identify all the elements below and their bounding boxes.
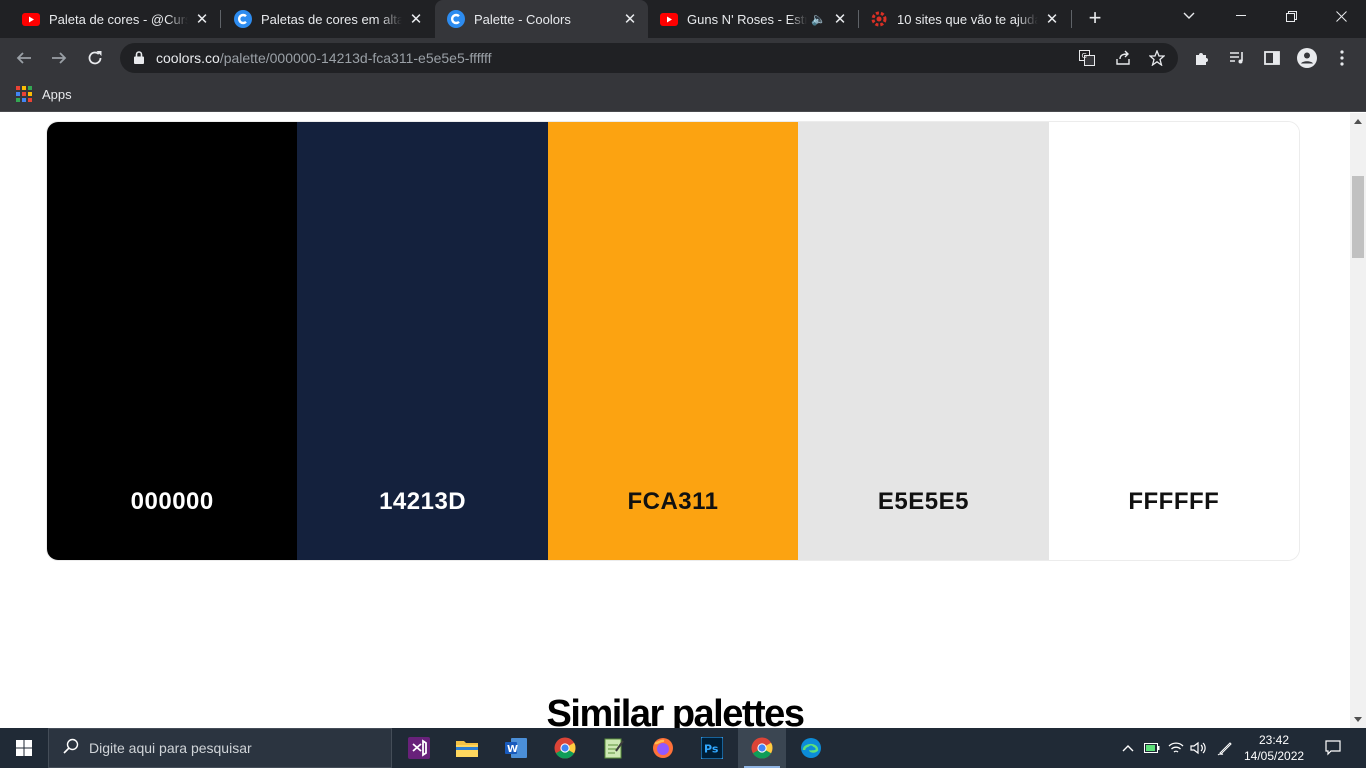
close-tab-icon[interactable]: ✕ bbox=[406, 9, 426, 29]
minimize-icon[interactable] bbox=[1218, 0, 1264, 32]
profile-avatar-icon[interactable] bbox=[1297, 48, 1317, 68]
red-gear-icon bbox=[870, 10, 888, 28]
apps-grid-icon bbox=[16, 86, 32, 102]
new-tab-plus-icon[interactable]: + bbox=[1083, 7, 1107, 31]
edge-icon[interactable] bbox=[787, 728, 835, 768]
pen-ink-icon[interactable] bbox=[1214, 728, 1236, 768]
photoshop-icon[interactable]: Ps bbox=[688, 728, 736, 768]
browser-toolbar: coolors.co/palette/000000-14213d-fca311-… bbox=[0, 38, 1366, 78]
kebab-menu-icon[interactable] bbox=[1332, 48, 1352, 68]
hex-code[interactable]: FFFFFF bbox=[1049, 488, 1299, 516]
hex-code[interactable]: E5E5E5 bbox=[798, 488, 1048, 516]
close-tab-icon[interactable]: ✕ bbox=[192, 9, 212, 29]
scrollbar-thumb[interactable] bbox=[1352, 176, 1364, 258]
back-arrow-icon[interactable] bbox=[9, 43, 39, 73]
media-queue-icon[interactable] bbox=[1227, 48, 1247, 68]
url-text[interactable]: coolors.co/palette/000000-14213d-fca311-… bbox=[156, 50, 492, 66]
scroll-down-arrow-icon[interactable] bbox=[1354, 717, 1362, 722]
tab-10-sites[interactable]: 10 sites que vão te ajuda ✕ bbox=[858, 0, 1070, 38]
scroll-up-arrow-icon[interactable] bbox=[1354, 119, 1362, 124]
tab-guns-n-roses[interactable]: Guns N' Roses - Estr 🔈 ✕ bbox=[648, 0, 858, 38]
palette-swatches: 000000 14213D FCA311 E5E5E5 FFFFFF bbox=[46, 121, 1300, 561]
wifi-icon[interactable] bbox=[1166, 728, 1186, 768]
tab-title: Paleta de cores - @Curso bbox=[49, 11, 188, 27]
url-path: /palette/000000-14213d-fca311-e5e5e5-fff… bbox=[219, 50, 492, 66]
tab-paletas-em-alta[interactable]: Paletas de cores em alta ✕ bbox=[212, 0, 434, 38]
tab-youtube-paleta[interactable]: Paleta de cores - @Curso ✕ bbox=[0, 0, 220, 38]
page-scrollbar[interactable] bbox=[1350, 113, 1366, 728]
similar-palettes-heading: Similar palettes bbox=[546, 693, 805, 728]
url-host: coolors.co bbox=[156, 50, 220, 66]
forward-arrow-icon[interactable] bbox=[44, 43, 74, 73]
svg-text:W: W bbox=[507, 744, 518, 755]
bookmark-star-icon[interactable] bbox=[1148, 49, 1166, 67]
coolors-icon bbox=[447, 10, 465, 28]
tab-palette-coolors[interactable]: Palette - Coolors ✕ bbox=[435, 0, 648, 38]
taskbar-clock[interactable]: 23:42 14/05/2022 bbox=[1244, 732, 1304, 764]
close-tab-icon[interactable]: ✕ bbox=[830, 9, 850, 29]
translate-icon[interactable]: G bbox=[1078, 49, 1096, 67]
youtube-icon bbox=[660, 10, 678, 28]
svg-text:Ps: Ps bbox=[704, 743, 719, 756]
notifications-icon[interactable] bbox=[1318, 728, 1348, 768]
hex-code[interactable]: FCA311 bbox=[548, 488, 798, 516]
chrome-active-icon[interactable] bbox=[738, 728, 786, 768]
taskbar-search[interactable]: Digite aqui para pesquisar bbox=[48, 728, 392, 768]
speaker-icon[interactable]: 🔈 bbox=[811, 12, 826, 26]
file-explorer-icon[interactable] bbox=[443, 728, 491, 768]
tab-title: Guns N' Roses - Estr bbox=[687, 11, 808, 27]
word-icon[interactable]: W bbox=[492, 728, 540, 768]
windows-start-icon[interactable] bbox=[0, 728, 48, 768]
color-swatch[interactable]: 000000 bbox=[47, 122, 298, 560]
notepad-icon[interactable] bbox=[590, 728, 638, 768]
restore-icon[interactable] bbox=[1268, 0, 1314, 32]
page-content: 000000 14213D FCA311 E5E5E5 FFFFFF Simil… bbox=[0, 113, 1350, 728]
color-swatch[interactable]: FCA311 bbox=[547, 122, 799, 560]
share-icon[interactable] bbox=[1114, 49, 1132, 67]
battery-icon[interactable] bbox=[1142, 728, 1162, 768]
lock-icon[interactable] bbox=[134, 51, 144, 69]
close-tab-icon[interactable]: ✕ bbox=[620, 9, 640, 29]
address-bar[interactable]: coolors.co/palette/000000-14213d-fca311-… bbox=[120, 43, 1178, 73]
color-swatch[interactable]: 14213D bbox=[297, 122, 548, 560]
extensions-puzzle-icon[interactable] bbox=[1192, 48, 1212, 68]
tab-title: Paletas de cores em alta bbox=[261, 11, 402, 27]
hex-code[interactable]: 14213D bbox=[297, 488, 547, 516]
apps-bookmark[interactable]: Apps bbox=[16, 86, 72, 102]
tab-search-chevron-icon[interactable] bbox=[1166, 0, 1212, 32]
bookmarks-bar: Apps bbox=[0, 78, 1366, 112]
apps-label: Apps bbox=[42, 86, 72, 102]
clock-date: 14/05/2022 bbox=[1244, 749, 1305, 763]
tab-title: 10 sites que vão te ajuda bbox=[897, 11, 1038, 27]
color-swatch[interactable]: E5E5E5 bbox=[798, 122, 1049, 560]
search-placeholder: Digite aqui para pesquisar bbox=[89, 740, 252, 756]
color-swatch[interactable]: FFFFFF bbox=[1048, 122, 1299, 560]
close-window-icon[interactable] bbox=[1318, 0, 1364, 32]
show-hidden-icons-chevron-icon[interactable] bbox=[1118, 728, 1138, 768]
firefox-icon[interactable] bbox=[639, 728, 687, 768]
chrome-icon[interactable] bbox=[541, 728, 589, 768]
visual-studio-icon[interactable] bbox=[395, 728, 443, 768]
windows-taskbar: Digite aqui para pesquisar W Ps 23:42 14… bbox=[0, 728, 1366, 768]
search-icon bbox=[63, 738, 79, 759]
clock-time: 23:42 bbox=[1258, 733, 1290, 747]
reload-icon[interactable] bbox=[80, 43, 110, 73]
close-tab-icon[interactable]: ✕ bbox=[1042, 9, 1062, 29]
svg-text:G: G bbox=[1082, 52, 1087, 60]
hex-code[interactable]: 000000 bbox=[47, 488, 297, 516]
coolors-icon bbox=[234, 10, 252, 28]
tab-separator bbox=[1071, 10, 1072, 28]
youtube-icon bbox=[22, 10, 40, 28]
tab-strip: Paleta de cores - @Curso ✕ Paletas de co… bbox=[0, 0, 1366, 38]
side-panel-icon[interactable] bbox=[1262, 48, 1282, 68]
volume-icon[interactable] bbox=[1188, 728, 1208, 768]
tab-title: Palette - Coolors bbox=[474, 11, 571, 27]
